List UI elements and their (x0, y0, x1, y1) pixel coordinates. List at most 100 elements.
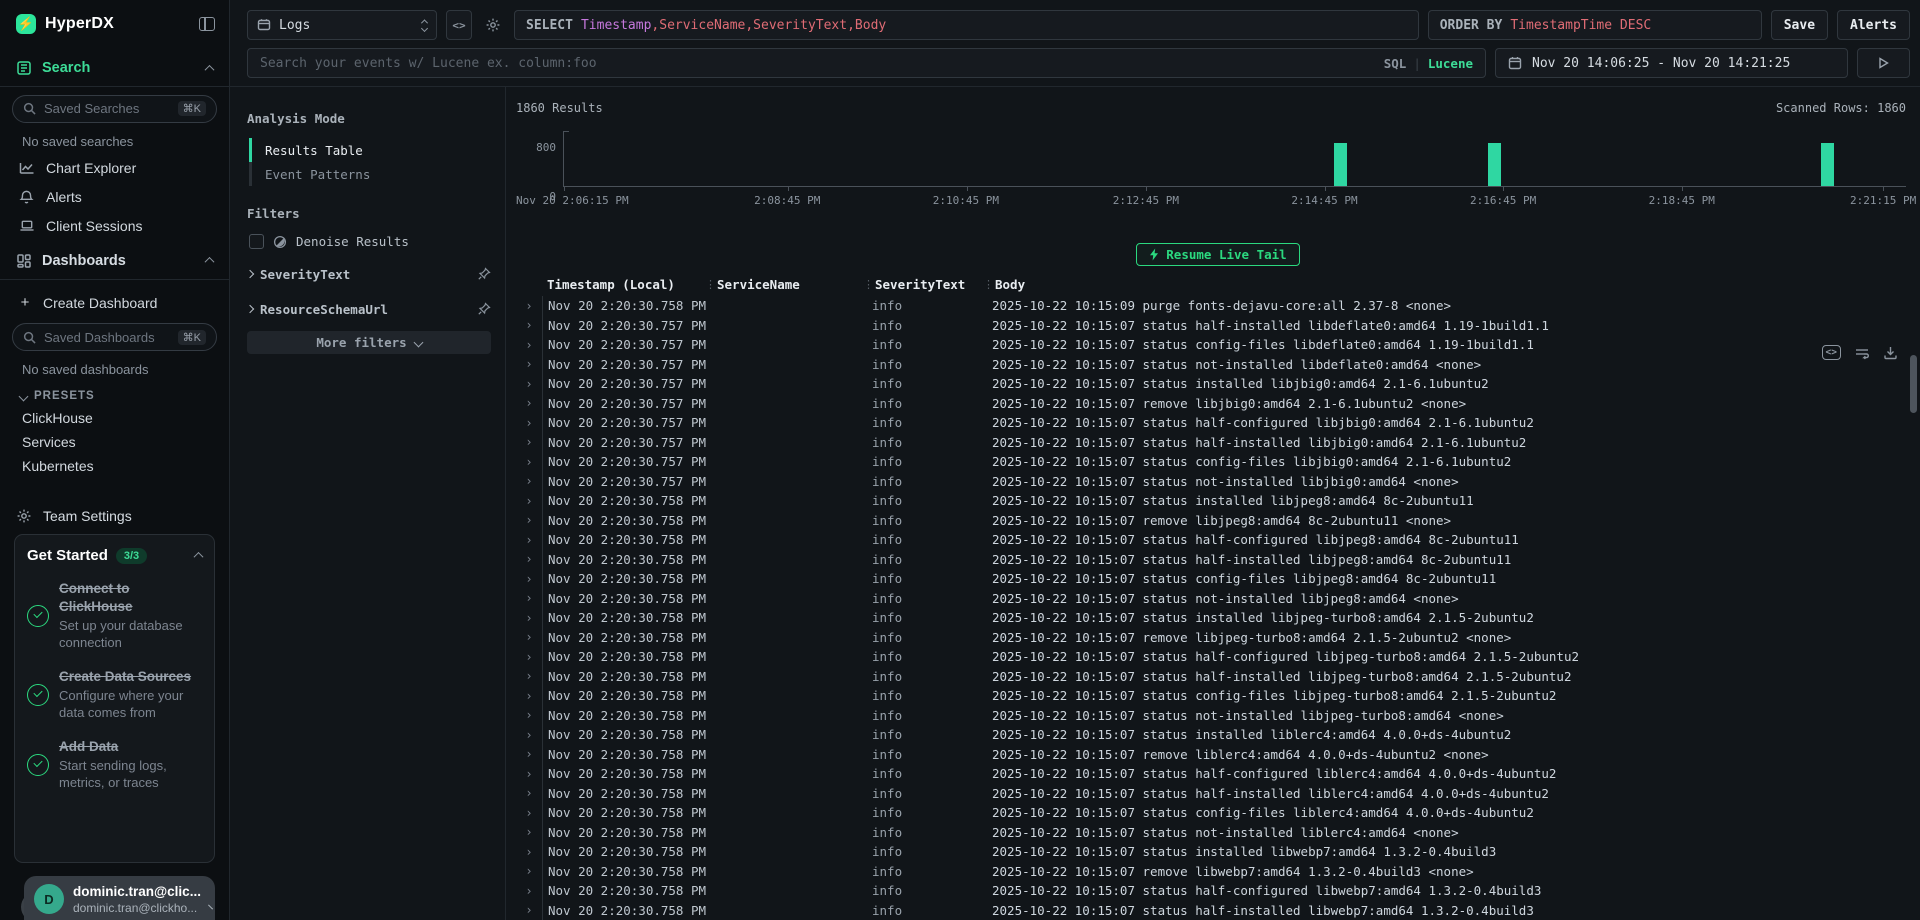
table-row[interactable]: ›Nov 20 2:20:30.758 PMinfo2025-10-22 10:… (516, 803, 1920, 823)
inspect-columns-icon[interactable]: <> (1822, 345, 1841, 360)
presets-toggle[interactable]: PRESETS (12, 381, 217, 406)
sidebar-item-client-sessions[interactable]: Client Sessions (12, 212, 217, 240)
table-row[interactable]: ›Nov 20 2:20:30.758 PMinfo2025-10-22 10:… (516, 745, 1920, 765)
get-started-item[interactable]: Add Data Start sending logs, metrics, or… (27, 738, 202, 792)
table-row[interactable]: ›Nov 20 2:20:30.757 PMinfo2025-10-22 10:… (516, 335, 1920, 355)
user-menu[interactable]: D dominic.tran@clic... dominic.tran@clic… (24, 876, 215, 920)
table-row[interactable]: ›Nov 20 2:20:30.757 PMinfo2025-10-22 10:… (516, 394, 1920, 414)
filter-group-severitytext[interactable]: SeverityText (247, 264, 491, 284)
table-row[interactable]: ›Nov 20 2:20:30.758 PMinfo2025-10-22 10:… (516, 491, 1920, 511)
table-row[interactable]: ›Nov 20 2:20:30.758 PMinfo2025-10-22 10:… (516, 686, 1920, 706)
table-row[interactable]: ›Nov 20 2:20:30.758 PMinfo2025-10-22 10:… (516, 901, 1920, 920)
chart-plot (563, 131, 1906, 187)
x-axis-tick-label: 2:18:45 PM (1649, 194, 1715, 207)
table-row[interactable]: ›Nov 20 2:20:30.758 PMinfo2025-10-22 10:… (516, 589, 1920, 609)
x-axis-tick (1682, 186, 1683, 191)
lang-lucene[interactable]: Lucene (1428, 56, 1473, 71)
select-clause-input[interactable]: SELECT Timestamp ,ServiceName,SeverityTe… (514, 10, 1419, 40)
table-row[interactable]: ›Nov 20 2:20:30.758 PMinfo2025-10-22 10:… (516, 530, 1920, 550)
search-input[interactable] (260, 56, 1376, 71)
table-row[interactable]: ›Nov 20 2:20:30.758 PMinfo2025-10-22 10:… (516, 862, 1920, 882)
run-query-button[interactable] (1857, 48, 1910, 78)
chart-bar[interactable] (1821, 143, 1834, 186)
saved-dashboards-input[interactable]: Saved Dashboards ⌘K (12, 323, 217, 351)
chevron-up-icon[interactable] (205, 257, 215, 267)
mode-event-patterns[interactable]: Event Patterns (249, 162, 491, 186)
save-button[interactable]: Save (1771, 10, 1828, 40)
table-row[interactable]: ›Nov 20 2:20:30.758 PMinfo2025-10-22 10:… (516, 550, 1920, 570)
table-row[interactable]: ›Nov 20 2:20:30.758 PMinfo2025-10-22 10:… (516, 608, 1920, 628)
create-dashboard-button[interactable]: + Create Dashboard (12, 288, 217, 317)
cell-body: 2025-10-22 10:15:07 status half-installe… (990, 318, 1920, 333)
table-tools: <> (1822, 345, 1898, 360)
table-row[interactable]: ›Nov 20 2:20:30.758 PMinfo2025-10-22 10:… (516, 511, 1920, 531)
table-row[interactable]: ›Nov 20 2:20:30.758 PMinfo2025-10-22 10:… (516, 725, 1920, 745)
table-row[interactable]: ›Nov 20 2:20:30.757 PMinfo2025-10-22 10:… (516, 472, 1920, 492)
mode-results-table[interactable]: Results Table (249, 138, 491, 162)
cell-body: 2025-10-22 10:15:07 status half-installe… (990, 669, 1920, 684)
chart-bar[interactable] (1488, 143, 1501, 186)
table-row[interactable]: ›Nov 20 2:20:30.757 PMinfo2025-10-22 10:… (516, 355, 1920, 375)
denoise-checkbox[interactable] (249, 234, 264, 249)
table-row[interactable]: ›Nov 20 2:20:30.758 PMinfo2025-10-22 10:… (516, 647, 1920, 667)
settings-button[interactable] (481, 10, 505, 40)
sidebar-item-search[interactable]: Search (0, 50, 229, 86)
preset-item-services[interactable]: Services (12, 430, 217, 454)
sidebar-item-chart-explorer[interactable]: Chart Explorer (12, 154, 217, 182)
sidebar-item-dashboards[interactable]: Dashboards (0, 243, 229, 279)
wrap-lines-icon[interactable] (1854, 346, 1870, 360)
sidebar-item-alerts[interactable]: Alerts (12, 183, 217, 211)
query-language-toggle[interactable]: SQL | Lucene (1384, 56, 1473, 71)
lang-sql[interactable]: SQL (1384, 56, 1407, 71)
table-scrollbar[interactable] (1910, 355, 1917, 413)
code-view-button[interactable]: <> (446, 10, 472, 40)
table-row[interactable]: ›Nov 20 2:20:30.757 PMinfo2025-10-22 10:… (516, 413, 1920, 433)
filter-group-label: ResourceSchemaUrl (260, 302, 388, 317)
table-row[interactable]: ›Nov 20 2:20:30.758 PMinfo2025-10-22 10:… (516, 842, 1920, 862)
table-row[interactable]: ›Nov 20 2:20:30.757 PMinfo2025-10-22 10:… (516, 316, 1920, 336)
lightning-icon (1149, 248, 1159, 261)
table-row[interactable]: ›Nov 20 2:20:30.758 PMinfo2025-10-22 10:… (516, 296, 1920, 316)
pin-icon[interactable] (477, 302, 491, 316)
orderby-input[interactable]: ORDER BY TimestampTime DESC (1428, 10, 1762, 40)
filter-group-resourceschemaurl[interactable]: ResourceSchemaUrl (247, 299, 491, 319)
column-header-severitytext: SeverityText (870, 277, 990, 292)
sidebar-collapse-icon[interactable] (199, 17, 215, 31)
saved-searches-input[interactable]: Saved Searches ⌘K (12, 95, 217, 123)
time-range-picker[interactable]: Nov 20 14:06:25 - Nov 20 14:21:25 (1495, 48, 1848, 78)
preset-item-kubernetes[interactable]: Kubernetes (12, 454, 217, 478)
source-select[interactable]: Logs (247, 10, 437, 40)
chevron-up-icon[interactable] (205, 64, 215, 74)
table-row[interactable]: ›Nov 20 2:20:30.758 PMinfo2025-10-22 10:… (516, 628, 1920, 648)
cell-severitytext: info (870, 357, 990, 372)
table-row[interactable]: ›Nov 20 2:20:30.758 PMinfo2025-10-22 10:… (516, 881, 1920, 901)
get-started-item[interactable]: Connect to ClickHouse Set up your databa… (27, 580, 202, 652)
get-started-item[interactable]: Create Data Sources Configure where your… (27, 668, 202, 722)
row-expand-chevron-icon: › (516, 299, 542, 313)
pin-icon[interactable] (477, 267, 491, 281)
sidebar-item-team-settings[interactable]: Team Settings (0, 498, 229, 534)
table-row[interactable]: ›Nov 20 2:20:30.758 PMinfo2025-10-22 10:… (516, 764, 1920, 784)
table-row[interactable]: ›Nov 20 2:20:30.757 PMinfo2025-10-22 10:… (516, 374, 1920, 394)
cell-body: 2025-10-22 10:15:07 status half-configur… (990, 883, 1920, 898)
more-filters-button[interactable]: More filters (247, 331, 491, 354)
cell-severitytext: info (870, 337, 990, 352)
denoise-results-toggle[interactable]: Denoise Results (249, 234, 491, 249)
alerts-button[interactable]: Alerts (1837, 10, 1910, 40)
preset-item-clickhouse[interactable]: ClickHouse (12, 406, 217, 430)
cell-timestamp: Nov 20 2:20:30.758 PM (542, 862, 712, 882)
cell-body: 2025-10-22 10:15:07 remove liblerc4:amd6… (990, 747, 1920, 762)
table-row[interactable]: ›Nov 20 2:20:30.758 PMinfo2025-10-22 10:… (516, 784, 1920, 804)
column-header-timestamp: Timestamp (Local) (542, 277, 712, 292)
chevron-up-icon[interactable] (194, 552, 204, 562)
table-row[interactable]: ›Nov 20 2:20:30.757 PMinfo2025-10-22 10:… (516, 433, 1920, 453)
table-row[interactable]: ›Nov 20 2:20:30.758 PMinfo2025-10-22 10:… (516, 706, 1920, 726)
resume-live-tail-button[interactable]: Resume Live Tail (1136, 243, 1299, 266)
table-row[interactable]: ›Nov 20 2:20:30.758 PMinfo2025-10-22 10:… (516, 569, 1920, 589)
table-row[interactable]: ›Nov 20 2:20:30.758 PMinfo2025-10-22 10:… (516, 667, 1920, 687)
chart-bar[interactable] (1334, 143, 1347, 186)
table-row[interactable]: ›Nov 20 2:20:30.758 PMinfo2025-10-22 10:… (516, 823, 1920, 843)
download-icon[interactable] (1883, 345, 1898, 360)
log-table: Timestamp (Local) ServiceName SeverityTe… (516, 275, 1920, 920)
table-row[interactable]: ›Nov 20 2:20:30.757 PMinfo2025-10-22 10:… (516, 452, 1920, 472)
